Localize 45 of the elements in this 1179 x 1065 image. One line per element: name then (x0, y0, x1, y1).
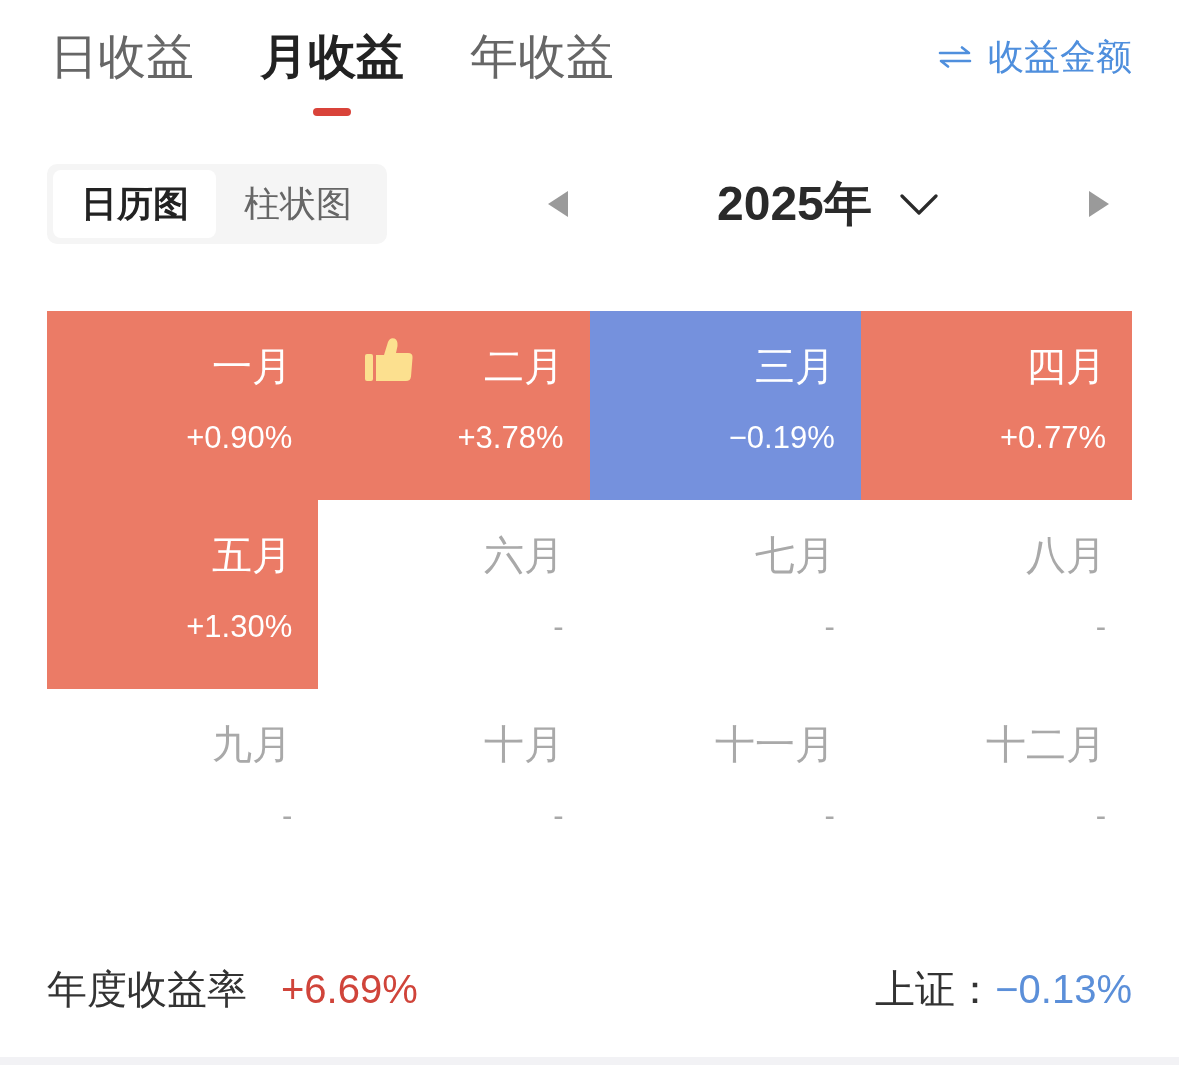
view-option[interactable]: 日历图 (53, 170, 216, 238)
month-label: 十一月 (714, 721, 835, 768)
switch-link[interactable]: 收益金额 (938, 34, 1132, 80)
month-label: 六月 (483, 532, 564, 579)
month-return: +0.90% (186, 419, 293, 457)
month-label: 三月 (754, 343, 835, 390)
left-triangle-icon (548, 191, 568, 217)
month-label: 四月 (1026, 343, 1106, 390)
next-year-button[interactable] (1089, 191, 1109, 217)
month-return: - (824, 797, 835, 835)
month-return: - (1095, 608, 1106, 646)
month-label: 八月 (1026, 532, 1106, 579)
view-option[interactable]: 柱状图 (216, 170, 379, 238)
tab[interactable]: 月收益 (260, 28, 404, 86)
month-label: 七月 (754, 532, 835, 579)
index-label: 上证： (875, 966, 996, 1013)
previous-year-button[interactable] (548, 191, 568, 217)
month-label: 五月 (212, 532, 293, 579)
month-return: - (1095, 797, 1106, 835)
month-return: −0.19% (728, 419, 835, 457)
month-label: 九月 (212, 721, 293, 768)
month-return: - (824, 608, 835, 646)
month-label: 一月 (212, 343, 293, 390)
index-value: −0.13% (995, 966, 1132, 1013)
month-return: +1.30% (186, 608, 293, 646)
year-picker[interactable]: 2025年 (717, 176, 938, 232)
month-label: 十二月 (986, 721, 1106, 768)
chevron-down-icon (899, 193, 938, 215)
month-cell[interactable]: 三月 −0.19% (589, 311, 861, 500)
annual-return-value: +6.69% (281, 966, 418, 1013)
month-cell[interactable]: 二月 +3.78% (318, 311, 590, 500)
month-label: 二月 (483, 343, 564, 390)
month-return: +3.78% (457, 419, 564, 457)
month-cell[interactable]: 一月 +0.90% (47, 311, 319, 500)
tab[interactable]: 日收益 (50, 28, 194, 86)
month-return: - (553, 797, 564, 835)
month-cell[interactable]: 五月 +1.30% (47, 500, 319, 689)
month-return: - (281, 797, 293, 835)
month-return: - (553, 608, 564, 646)
month-label: 十月 (483, 721, 564, 768)
month-cell[interactable]: 四月 +0.77% (860, 311, 1132, 500)
month-return: +0.77% (1000, 419, 1106, 457)
tab[interactable]: 年收益 (470, 28, 614, 86)
annual-return-label: 年度收益率 (47, 966, 247, 1013)
right-triangle-icon (1089, 191, 1109, 217)
